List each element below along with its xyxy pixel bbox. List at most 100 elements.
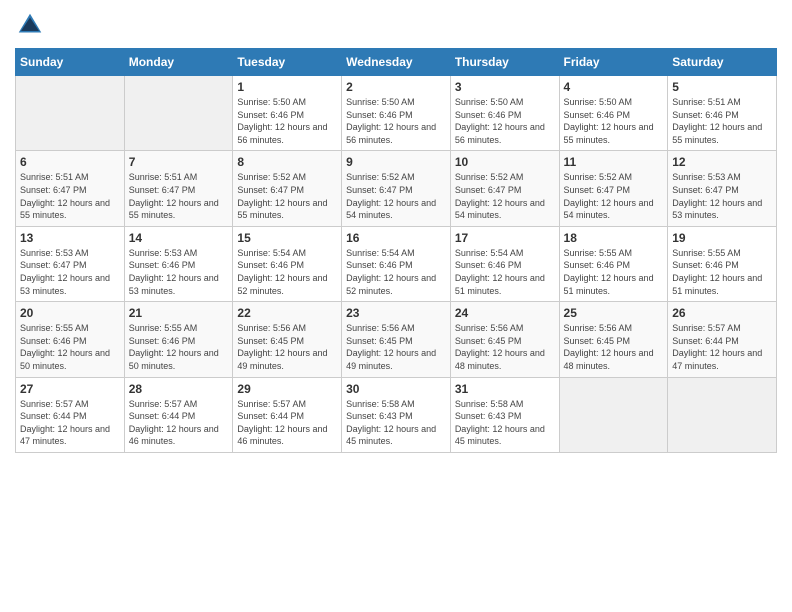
day-detail: Sunrise: 5:50 AMSunset: 6:46 PMDaylight:… bbox=[564, 96, 664, 146]
day-number: 21 bbox=[129, 306, 229, 320]
day-detail: Sunrise: 5:53 AMSunset: 6:47 PMDaylight:… bbox=[20, 247, 120, 297]
day-number: 9 bbox=[346, 155, 446, 169]
calendar-week-row: 6 Sunrise: 5:51 AMSunset: 6:47 PMDaylight… bbox=[16, 151, 777, 226]
weekday-header-wednesday: Wednesday bbox=[342, 49, 451, 76]
day-number: 24 bbox=[455, 306, 555, 320]
day-number: 10 bbox=[455, 155, 555, 169]
day-detail: Sunrise: 5:51 AMSunset: 6:47 PMDaylight:… bbox=[129, 171, 229, 221]
logo bbox=[15, 10, 49, 40]
weekday-header-tuesday: Tuesday bbox=[233, 49, 342, 76]
day-number: 11 bbox=[564, 155, 664, 169]
calendar-cell: 13 Sunrise: 5:53 AMSunset: 6:47 PMDayligh… bbox=[16, 226, 125, 301]
day-detail: Sunrise: 5:58 AMSunset: 6:43 PMDaylight:… bbox=[455, 398, 555, 448]
day-number: 13 bbox=[20, 231, 120, 245]
day-number: 3 bbox=[455, 80, 555, 94]
day-detail: Sunrise: 5:50 AMSunset: 6:46 PMDaylight:… bbox=[237, 96, 337, 146]
day-detail: Sunrise: 5:52 AMSunset: 6:47 PMDaylight:… bbox=[237, 171, 337, 221]
calendar-body: 1Sunrise: 5:50 AMSunset: 6:46 PMDaylight… bbox=[16, 76, 777, 453]
day-detail: Sunrise: 5:52 AMSunset: 6:47 PMDaylight:… bbox=[346, 171, 446, 221]
day-number: 23 bbox=[346, 306, 446, 320]
day-detail: Sunrise: 5:51 AMSunset: 6:47 PMDaylight:… bbox=[20, 171, 120, 221]
day-detail: Sunrise: 5:55 AMSunset: 6:46 PMDaylight:… bbox=[672, 247, 772, 297]
logo-icon bbox=[15, 10, 45, 40]
calendar-week-row: 27Sunrise: 5:57 AMSunset: 6:44 PMDayligh… bbox=[16, 377, 777, 452]
day-detail: Sunrise: 5:54 AMSunset: 6:46 PMDaylight:… bbox=[455, 247, 555, 297]
calendar-week-row: 13 Sunrise: 5:53 AMSunset: 6:47 PMDayligh… bbox=[16, 226, 777, 301]
day-number: 4 bbox=[564, 80, 664, 94]
day-detail: Sunrise: 5:57 AMSunset: 6:44 PMDaylight:… bbox=[129, 398, 229, 448]
calendar-cell: 14 Sunrise: 5:53 AMSunset: 6:46 PMDayligh… bbox=[124, 226, 233, 301]
calendar-cell bbox=[16, 76, 125, 151]
calendar-cell: 5Sunrise: 5:51 AMSunset: 6:46 PMDaylight… bbox=[668, 76, 777, 151]
weekday-header-monday: Monday bbox=[124, 49, 233, 76]
calendar-cell bbox=[559, 377, 668, 452]
weekday-header-thursday: Thursday bbox=[450, 49, 559, 76]
day-detail: Sunrise: 5:56 AMSunset: 6:45 PMDaylight:… bbox=[346, 322, 446, 372]
day-detail: Sunrise: 5:50 AMSunset: 6:46 PMDaylight:… bbox=[455, 96, 555, 146]
calendar-cell: 11 Sunrise: 5:52 AMSunset: 6:47 PMDayligh… bbox=[559, 151, 668, 226]
calendar-cell: 29 Sunrise: 5:57 AMSunset: 6:44 PMDayligh… bbox=[233, 377, 342, 452]
day-detail: Sunrise: 5:55 AMSunset: 6:46 PMDaylight:… bbox=[564, 247, 664, 297]
calendar-cell: 25Sunrise: 5:56 AMSunset: 6:45 PMDayligh… bbox=[559, 302, 668, 377]
day-detail: Sunrise: 5:55 AMSunset: 6:46 PMDaylight:… bbox=[129, 322, 229, 372]
calendar-cell: 16Sunrise: 5:54 AMSunset: 6:46 PMDayligh… bbox=[342, 226, 451, 301]
calendar-cell: 26 Sunrise: 5:57 AMSunset: 6:44 PMDayligh… bbox=[668, 302, 777, 377]
calendar-week-row: 20 Sunrise: 5:55 AMSunset: 6:46 PMDayligh… bbox=[16, 302, 777, 377]
calendar-cell: 2 Sunrise: 5:50 AMSunset: 6:46 PMDaylight… bbox=[342, 76, 451, 151]
day-number: 18 bbox=[564, 231, 664, 245]
calendar-cell: 10 Sunrise: 5:52 AMSunset: 6:47 PMDayligh… bbox=[450, 151, 559, 226]
day-number: 30 bbox=[346, 382, 446, 396]
day-detail: Sunrise: 5:50 AMSunset: 6:46 PMDaylight:… bbox=[346, 96, 446, 146]
day-number: 28 bbox=[129, 382, 229, 396]
page-container: SundayMondayTuesdayWednesdayThursdayFrid… bbox=[0, 0, 792, 463]
day-detail: Sunrise: 5:53 AMSunset: 6:46 PMDaylight:… bbox=[129, 247, 229, 297]
day-number: 6 bbox=[20, 155, 120, 169]
day-number: 19 bbox=[672, 231, 772, 245]
calendar-cell: 31 Sunrise: 5:58 AMSunset: 6:43 PMDayligh… bbox=[450, 377, 559, 452]
day-detail: Sunrise: 5:57 AMSunset: 6:44 PMDaylight:… bbox=[237, 398, 337, 448]
calendar-cell: 3 Sunrise: 5:50 AMSunset: 6:46 PMDaylight… bbox=[450, 76, 559, 151]
calendar-cell: 8 Sunrise: 5:52 AMSunset: 6:47 PMDaylight… bbox=[233, 151, 342, 226]
day-detail: Sunrise: 5:58 AMSunset: 6:43 PMDaylight:… bbox=[346, 398, 446, 448]
calendar-cell: 21 Sunrise: 5:55 AMSunset: 6:46 PMDayligh… bbox=[124, 302, 233, 377]
calendar-cell: 22Sunrise: 5:56 AMSunset: 6:45 PMDayligh… bbox=[233, 302, 342, 377]
calendar-cell bbox=[124, 76, 233, 151]
day-number: 7 bbox=[129, 155, 229, 169]
day-number: 15 bbox=[237, 231, 337, 245]
day-number: 16 bbox=[346, 231, 446, 245]
day-detail: Sunrise: 5:52 AMSunset: 6:47 PMDaylight:… bbox=[564, 171, 664, 221]
calendar-cell: 23 Sunrise: 5:56 AMSunset: 6:45 PMDayligh… bbox=[342, 302, 451, 377]
weekday-header-sunday: Sunday bbox=[16, 49, 125, 76]
day-detail: Sunrise: 5:55 AMSunset: 6:46 PMDaylight:… bbox=[20, 322, 120, 372]
day-number: 17 bbox=[455, 231, 555, 245]
calendar-cell: 7 Sunrise: 5:51 AMSunset: 6:47 PMDaylight… bbox=[124, 151, 233, 226]
day-number: 8 bbox=[237, 155, 337, 169]
calendar-cell: 27Sunrise: 5:57 AMSunset: 6:44 PMDayligh… bbox=[16, 377, 125, 452]
calendar-cell: 30 Sunrise: 5:58 AMSunset: 6:43 PMDayligh… bbox=[342, 377, 451, 452]
calendar-cell: 20 Sunrise: 5:55 AMSunset: 6:46 PMDayligh… bbox=[16, 302, 125, 377]
calendar-cell: 24 Sunrise: 5:56 AMSunset: 6:45 PMDayligh… bbox=[450, 302, 559, 377]
weekday-header-row: SundayMondayTuesdayWednesdayThursdayFrid… bbox=[16, 49, 777, 76]
weekday-header-friday: Friday bbox=[559, 49, 668, 76]
day-detail: Sunrise: 5:56 AMSunset: 6:45 PMDaylight:… bbox=[455, 322, 555, 372]
calendar-header: SundayMondayTuesdayWednesdayThursdayFrid… bbox=[16, 49, 777, 76]
day-number: 29 bbox=[237, 382, 337, 396]
calendar-week-row: 1Sunrise: 5:50 AMSunset: 6:46 PMDaylight… bbox=[16, 76, 777, 151]
day-number: 14 bbox=[129, 231, 229, 245]
day-detail: Sunrise: 5:52 AMSunset: 6:47 PMDaylight:… bbox=[455, 171, 555, 221]
day-detail: Sunrise: 5:51 AMSunset: 6:46 PMDaylight:… bbox=[672, 96, 772, 146]
day-number: 31 bbox=[455, 382, 555, 396]
day-number: 26 bbox=[672, 306, 772, 320]
day-number: 12 bbox=[672, 155, 772, 169]
calendar-cell: 18 Sunrise: 5:55 AMSunset: 6:46 PMDayligh… bbox=[559, 226, 668, 301]
calendar-cell: 1Sunrise: 5:50 AMSunset: 6:46 PMDaylight… bbox=[233, 76, 342, 151]
calendar-cell: 19 Sunrise: 5:55 AMSunset: 6:46 PMDayligh… bbox=[668, 226, 777, 301]
calendar-cell bbox=[668, 377, 777, 452]
calendar-cell: 12Sunrise: 5:53 AMSunset: 6:47 PMDayligh… bbox=[668, 151, 777, 226]
day-number: 20 bbox=[20, 306, 120, 320]
day-detail: Sunrise: 5:57 AMSunset: 6:44 PMDaylight:… bbox=[672, 322, 772, 372]
day-number: 2 bbox=[346, 80, 446, 94]
calendar-table: SundayMondayTuesdayWednesdayThursdayFrid… bbox=[15, 48, 777, 453]
day-detail: Sunrise: 5:54 AMSunset: 6:46 PMDaylight:… bbox=[237, 247, 337, 297]
calendar-cell: 9 Sunrise: 5:52 AMSunset: 6:47 PMDaylight… bbox=[342, 151, 451, 226]
